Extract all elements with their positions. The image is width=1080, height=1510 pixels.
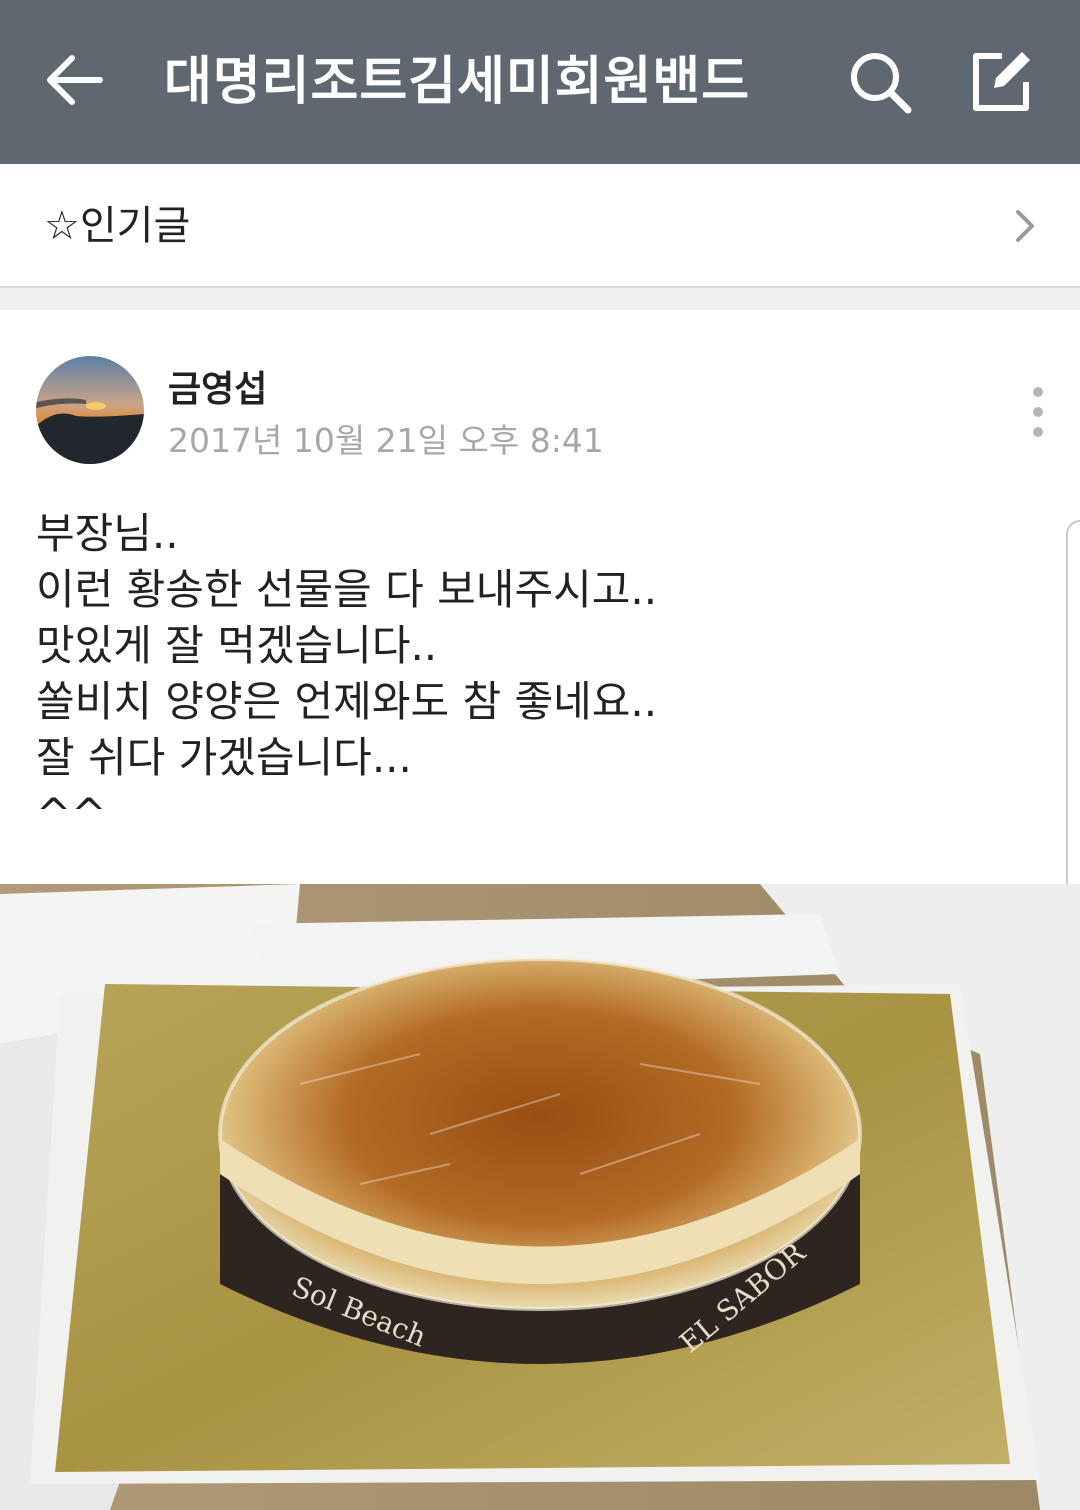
popular-posts-label: ☆인기글 [44, 203, 191, 249]
more-options-button[interactable] [1018, 386, 1058, 438]
popular-posts-row[interactable]: ☆인기글 [0, 164, 1080, 288]
post-line: 잘 쉬다 가겠습니다... [36, 733, 412, 782]
author-avatar[interactable] [36, 356, 144, 464]
post-line: 맛있게 잘 먹겠습니다.. [36, 621, 438, 670]
post-body: 부장님.. 이런 황송한 선물을 다 보내주시고.. 맛있게 잘 먹겠습니다..… [36, 506, 1036, 842]
compose-icon [973, 52, 1030, 111]
post-line: 쏠비치 양양은 언제와도 참 좋네요.. [36, 677, 658, 726]
post-timestamp: 2017년 10월 21일 오후 8:41 [168, 421, 604, 460]
section-divider [0, 288, 1080, 310]
author-name[interactable]: 금영섭 [168, 360, 267, 412]
search-icon [851, 53, 912, 114]
cheesecake-photo: Sol Beach EL SABOR [0, 884, 1080, 1510]
band-title: 대명리조트김세미회원밴드 [164, 52, 751, 112]
search-button[interactable] [846, 48, 914, 116]
back-arrow-icon [47, 55, 103, 105]
back-button[interactable] [40, 48, 110, 112]
post-line: ^^ [36, 789, 107, 838]
post-line: 부장님.. [36, 509, 179, 558]
top-app-bar: 대명리조트김세미회원밴드 [0, 0, 1080, 164]
more-vertical-icon [1033, 387, 1043, 437]
compose-button[interactable] [966, 44, 1038, 116]
sunset-avatar-image [36, 356, 144, 464]
chevron-right-icon [1016, 210, 1034, 242]
post-line: 이런 황송한 선물을 다 보내주시고.. [36, 565, 658, 614]
post-photo[interactable]: Sol Beach EL SABOR [0, 884, 1080, 1510]
